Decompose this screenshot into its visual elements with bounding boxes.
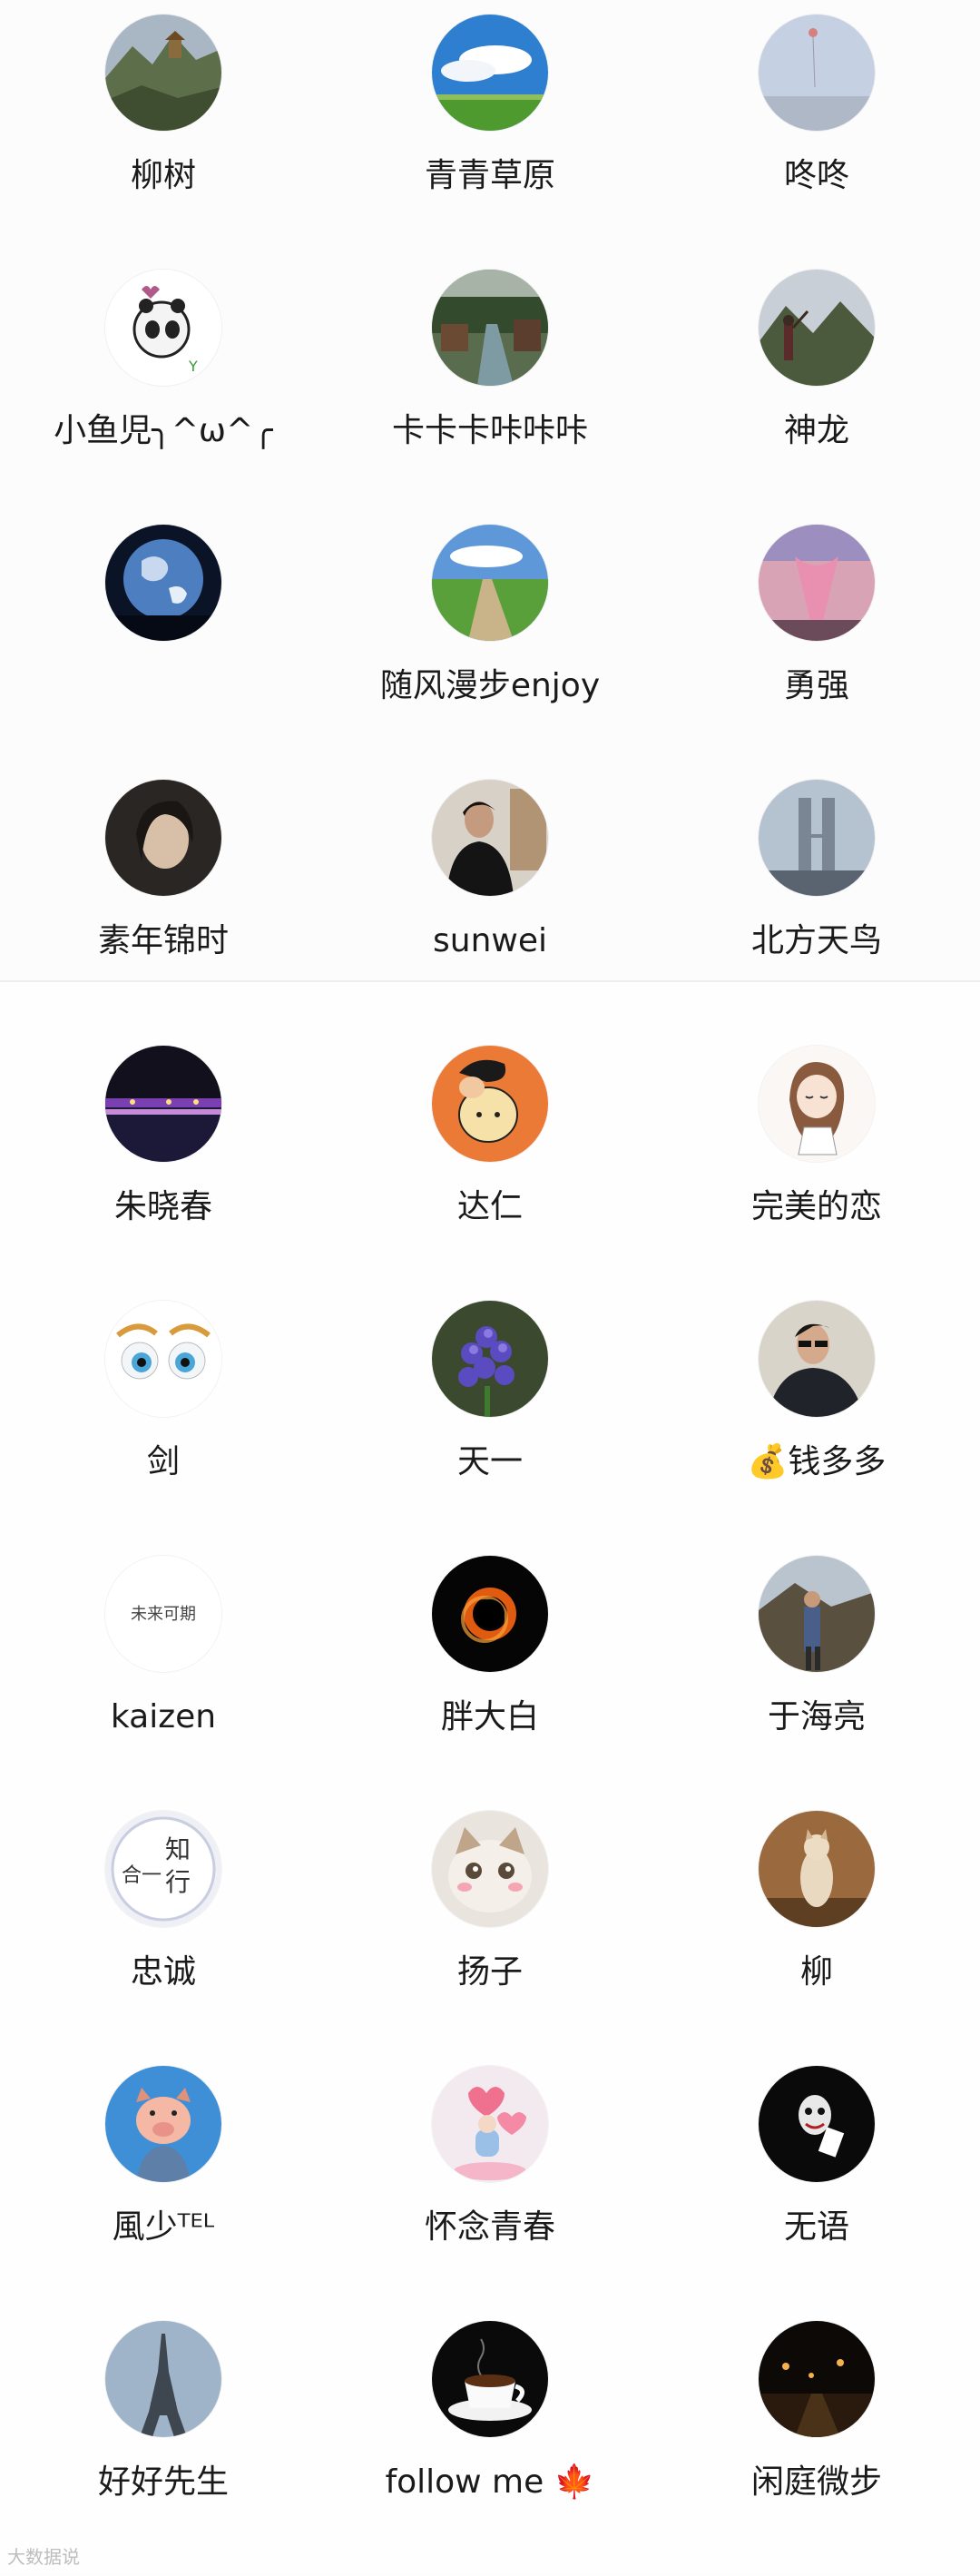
calligraphy-text-avatar-icon: 未来可期 xyxy=(105,1556,221,1672)
cartoon-girl-avatar-icon xyxy=(759,1046,875,1162)
contact-item[interactable]: 好好先生 xyxy=(0,2321,327,2576)
hyacinth-flower-photo-icon xyxy=(432,1301,548,1417)
cartoon-eyes-avatar-icon xyxy=(105,1301,221,1417)
contact-name: 柳 xyxy=(799,1953,833,1991)
night-bridge-photo-icon xyxy=(105,1046,221,1162)
contact-name: 勇强 xyxy=(783,667,849,704)
contact-name: 达仁 xyxy=(456,1188,523,1225)
contact-name: 天一 xyxy=(456,1443,523,1480)
man-outdoor-photo-icon xyxy=(759,1556,875,1672)
contact-item[interactable]: 柳树 xyxy=(0,15,327,270)
contact-item[interactable]: 随风漫步enjoy xyxy=(327,525,653,780)
contact-name: kaizen xyxy=(110,1698,217,1735)
calligraphy-text: 未来可期 xyxy=(131,1605,196,1624)
contact-item[interactable]: 扬子 xyxy=(327,1811,653,2066)
contact-name: 卡卡卡咔咔咔 xyxy=(391,412,588,449)
seal-text-3: 合一 xyxy=(122,1864,162,1887)
contact-item[interactable]: 神龙 xyxy=(653,270,980,525)
contact-name: 好好先生 xyxy=(97,2463,229,2501)
contact-item[interactable]: 知 行 合一 忠诚 xyxy=(0,1811,327,2066)
contact-name: 无语 xyxy=(783,2208,849,2246)
eiffel-tower-photo-icon xyxy=(105,2321,221,2437)
contact-item[interactable]: 达仁 xyxy=(327,1046,653,1301)
contact-item[interactable]: 朱晓春 xyxy=(0,1046,327,1301)
calligraphy-seal-avatar-icon: 知 行 合一 xyxy=(105,1811,221,1927)
twin-towers-photo-icon xyxy=(759,780,875,896)
contact-item[interactable]: Y 小鱼児╮^ω^╭ xyxy=(0,270,327,525)
contact-item[interactable]: 💰钱多多 xyxy=(653,1301,980,1556)
contact-name: 北方天鸟 xyxy=(750,922,882,959)
black-hole-avatar-icon xyxy=(432,1556,548,1672)
contact-name: 剑 xyxy=(146,1443,180,1480)
contact-item[interactable]: 風少ᵀᴱᴸ xyxy=(0,2066,327,2321)
contact-name: 完美的恋 xyxy=(750,1188,882,1225)
contact-item[interactable]: 闲庭微步 xyxy=(653,2321,980,2576)
country-road-photo-icon xyxy=(432,525,548,641)
watermark: 大数据说 xyxy=(7,2548,80,2568)
cartoon-boy-avatar-icon xyxy=(432,1046,548,1162)
mountain-temple-photo-icon xyxy=(105,15,221,131)
mountain-person-photo-icon xyxy=(759,270,875,386)
contact-item[interactable]: 柳 xyxy=(653,1811,980,2066)
contact-item[interactable]: 怀念青春 xyxy=(327,2066,653,2321)
contact-grid-top: 柳树 青青草原 咚咚 Y 小鱼児╮^ω^╭ 卡卡卡咔咔咔 神龙 随风漫步enjo… xyxy=(0,0,980,980)
contact-item[interactable]: 胖大白 xyxy=(327,1556,653,1811)
contact-item[interactable]: 未来可期 kaizen xyxy=(0,1556,327,1811)
contact-item[interactable]: 无语 xyxy=(653,2066,980,2321)
contact-item[interactable]: follow me 🍁 xyxy=(327,2321,653,2576)
contact-name: 扬子 xyxy=(456,1953,523,1991)
contact-name: 于海亮 xyxy=(767,1698,866,1735)
man-sunglasses-photo-icon xyxy=(759,1301,875,1417)
earth-globe-avatar-icon xyxy=(105,525,221,641)
contact-name: 神龙 xyxy=(783,412,849,449)
river-town-photo-icon xyxy=(432,270,548,386)
contact-name: 随风漫步enjoy xyxy=(379,667,601,704)
contact-item[interactable]: 勇强 xyxy=(653,525,980,780)
contact-name: 小鱼児╮^ω^╭ xyxy=(54,412,273,449)
contact-item[interactable]: 完美的恋 xyxy=(653,1046,980,1301)
svg-text:Y: Y xyxy=(188,358,198,375)
contact-item[interactable] xyxy=(0,525,327,780)
contact-name: 忠诚 xyxy=(130,1953,196,1991)
contact-name: 風少ᵀᴱᴸ xyxy=(112,2208,215,2246)
pink-tower-photo-icon xyxy=(759,525,875,641)
contact-item[interactable]: 于海亮 xyxy=(653,1556,980,1811)
contact-name: sunwei xyxy=(433,922,547,959)
hazy-sky-photo-icon xyxy=(759,15,875,131)
seal-text-1: 知 xyxy=(165,1834,191,1864)
contact-grid-bottom: 朱晓春 达仁 完美的恋 剑 天一 💰钱多多 未来可期 kaizen 胖大白 于海… xyxy=(0,982,980,2574)
contact-item[interactable]: 青青草原 xyxy=(327,15,653,270)
contact-item[interactable]: 卡卡卡咔咔咔 xyxy=(327,270,653,525)
contact-name: 💰钱多多 xyxy=(747,1443,887,1480)
heart-balloon-avatar-icon xyxy=(432,2066,548,2182)
contact-item[interactable]: 剑 xyxy=(0,1301,327,1556)
contact-item[interactable]: 天一 xyxy=(327,1301,653,1556)
contact-item[interactable]: 咚咚 xyxy=(653,15,980,270)
contact-name: 青青草原 xyxy=(424,157,555,194)
coffee-cup-photo-icon xyxy=(432,2321,548,2437)
cat-face-photo-icon xyxy=(432,1811,548,1927)
contact-name: 胖大白 xyxy=(440,1698,539,1735)
standing-cat-photo-icon xyxy=(759,1811,875,1927)
cartoon-panda-avatar-icon: Y xyxy=(105,270,221,386)
night-street-photo-icon xyxy=(759,2321,875,2437)
grassland-sky-photo-icon xyxy=(432,15,548,131)
cartoon-pig-avatar-icon xyxy=(105,2066,221,2182)
contact-name: 闲庭微步 xyxy=(750,2463,882,2501)
contact-name: 柳树 xyxy=(130,157,196,194)
contact-name: 怀念青春 xyxy=(424,2208,555,2246)
man-portrait-photo-icon xyxy=(432,780,548,896)
woman-portrait-photo-icon xyxy=(105,780,221,896)
contact-name: 素年锦时 xyxy=(97,922,229,959)
seal-text-2: 行 xyxy=(165,1867,191,1897)
contact-name: 朱晓春 xyxy=(113,1188,212,1225)
contact-name: follow me 🍁 xyxy=(385,2463,595,2501)
contact-name: 咚咚 xyxy=(783,157,849,194)
joker-card-avatar-icon xyxy=(759,2066,875,2182)
